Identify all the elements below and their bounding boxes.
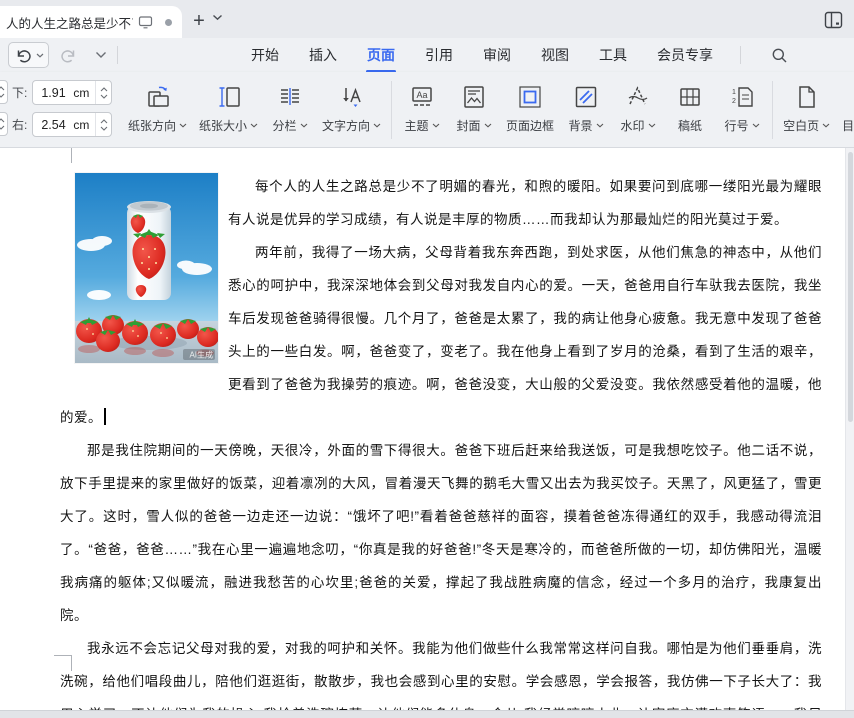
margin-right-input[interactable]: 2.54 cm (32, 112, 113, 137)
sidebar-panel-toggle-icon[interactable] (822, 9, 844, 31)
page-border-icon (516, 82, 544, 112)
cover-icon (460, 82, 488, 112)
history-dropdown-icon[interactable] (91, 44, 111, 66)
watermark-button[interactable]: 水印 (612, 78, 664, 138)
margin-right-label: 右: (12, 118, 28, 132)
tab-list-dropdown[interactable] (212, 14, 223, 21)
undo-dropdown-icon[interactable] (36, 53, 44, 58)
divider (391, 81, 393, 139)
menu-tab-tools[interactable]: 工具 (598, 38, 628, 72)
document-page: AI生成 每个人的人生之路总是少不了明媚的春光，和煦的暖阳。如果要问到底哪一缕阳… (0, 148, 845, 710)
page-style-group: Aa 主题 封面 页面边框 背景 水印 稿纸 1 2 行号 (396, 72, 768, 138)
paragraph-4: 我永远不会忘记父母对我的爱，对我的呵护和关怀。我能为他们做些什么我常常这样问自我… (60, 641, 822, 710)
tab-status-dot (165, 18, 172, 26)
background-button[interactable]: 背景 (560, 78, 612, 138)
menubar: 开始 插入 页面 引用 审阅 视图 工具 会员专享 (0, 38, 854, 72)
chevron-down-icon (648, 123, 655, 128)
menu-tab-review[interactable]: 审阅 (482, 38, 512, 72)
divider (772, 81, 774, 139)
chevron-down-icon (300, 123, 307, 128)
theme-icon: Aa (408, 82, 436, 112)
columns-icon (276, 82, 304, 112)
svg-text:2: 2 (732, 98, 736, 105)
cover-button[interactable]: 封面 (448, 78, 500, 138)
ai-watermark: AI生成 (189, 350, 213, 360)
margin-bottom-label: 下: (12, 86, 28, 100)
redo-button[interactable] (59, 44, 79, 66)
page-insert-group: 空白页 目录页 (777, 72, 854, 138)
margin-bottom-input[interactable]: 1.91 cm (32, 80, 113, 105)
margin-top-stepper[interactable] (0, 80, 8, 104)
text-direction-button[interactable]: 文字方向 (316, 78, 387, 138)
manuscript-paper-button[interactable]: 稿纸 (664, 78, 716, 138)
chevron-down-icon (752, 123, 759, 128)
line-number-button[interactable]: 12 行号 (716, 78, 768, 138)
menu-tab-insert[interactable]: 插入 (308, 38, 338, 72)
scrollbar-thumb[interactable] (848, 152, 853, 422)
chevron-down-icon (179, 123, 187, 128)
text-direction-icon (338, 82, 366, 112)
line-number-icon: 12 (728, 82, 756, 112)
background-icon (572, 82, 600, 112)
margin-right-stepper[interactable] (95, 113, 111, 136)
page-setup-group: 纸张方向 纸张大小 分栏 文字方向 (122, 72, 387, 138)
strawberry-can-image[interactable]: AI生成 (75, 173, 218, 363)
paper-size-button[interactable]: 纸张大小 (193, 78, 264, 138)
margin-settings-group: 下: 1.91 cm 右: 2.54 cm (0, 72, 122, 148)
menu-tab-view[interactable]: 视图 (540, 38, 570, 72)
svg-text:Aa: Aa (417, 90, 428, 100)
theme-button[interactable]: Aa 主题 (396, 78, 448, 138)
toc-page-button[interactable]: 目录页 (836, 78, 854, 138)
menu-tab-page[interactable]: 页面 (366, 38, 396, 72)
divider (117, 46, 118, 64)
ribbon: 下: 1.91 cm 右: 2.54 cm 纸张方向 纸张大小 分栏 文字方向 … (0, 72, 854, 216)
divider (740, 46, 741, 64)
menu-tab-member[interactable]: 会员专享 (656, 38, 714, 72)
page-border-button[interactable]: 页面边框 (500, 78, 560, 138)
menu-tab-reference[interactable]: 引用 (424, 38, 454, 72)
margin-corner-mark (54, 148, 72, 163)
blank-page-icon (793, 82, 821, 112)
blank-page-button[interactable]: 空白页 (777, 78, 836, 138)
paragraph-3: 那是我住院期间的一天傍晚，天很冷，外面的雪下得很大。爸爸下班后赶来给我送饭，可是… (60, 443, 822, 623)
columns-button[interactable]: 分栏 (264, 78, 316, 138)
menu-tab-start[interactable]: 开始 (250, 38, 280, 72)
chevron-down-icon (373, 123, 381, 128)
chevron-down-icon (822, 123, 830, 128)
document-tab[interactable]: 人的人生之路总是少不了明 (0, 6, 182, 38)
chevron-down-icon (484, 123, 491, 128)
titlebar: 人的人生之路总是少不了明 + (0, 0, 854, 38)
document-content: AI生成 每个人的人生之路总是少不了明媚的春光，和煦的暖阳。如果要问到底哪一缕阳… (0, 148, 845, 710)
chevron-down-icon (596, 123, 603, 128)
vertical-scrollbar[interactable] (845, 148, 854, 710)
manuscript-paper-icon (676, 82, 704, 112)
chevron-down-icon (432, 123, 439, 128)
new-tab-button[interactable]: + (186, 8, 212, 34)
search-icon[interactable] (771, 47, 788, 64)
margin-corner-mark (54, 655, 72, 671)
margin-left-stepper[interactable] (0, 112, 8, 136)
svg-text:1: 1 (732, 89, 736, 96)
undo-group (8, 42, 49, 68)
monitor-icon (138, 15, 153, 29)
paper-size-icon (215, 82, 243, 112)
paper-orientation-button[interactable]: 纸张方向 (122, 78, 193, 138)
status-bar-edge (0, 710, 854, 718)
undo-button[interactable] (13, 44, 33, 66)
paper-orientation-icon (144, 82, 172, 112)
text-cursor (104, 408, 106, 425)
margin-bottom-stepper[interactable] (95, 81, 111, 104)
document-tab-title: 人的人生之路总是少不了明 (6, 16, 133, 31)
menu-items: 开始 插入 页面 引用 审阅 视图 工具 会员专享 (250, 38, 714, 72)
watermark-icon (624, 82, 652, 112)
chevron-down-icon (250, 123, 258, 128)
